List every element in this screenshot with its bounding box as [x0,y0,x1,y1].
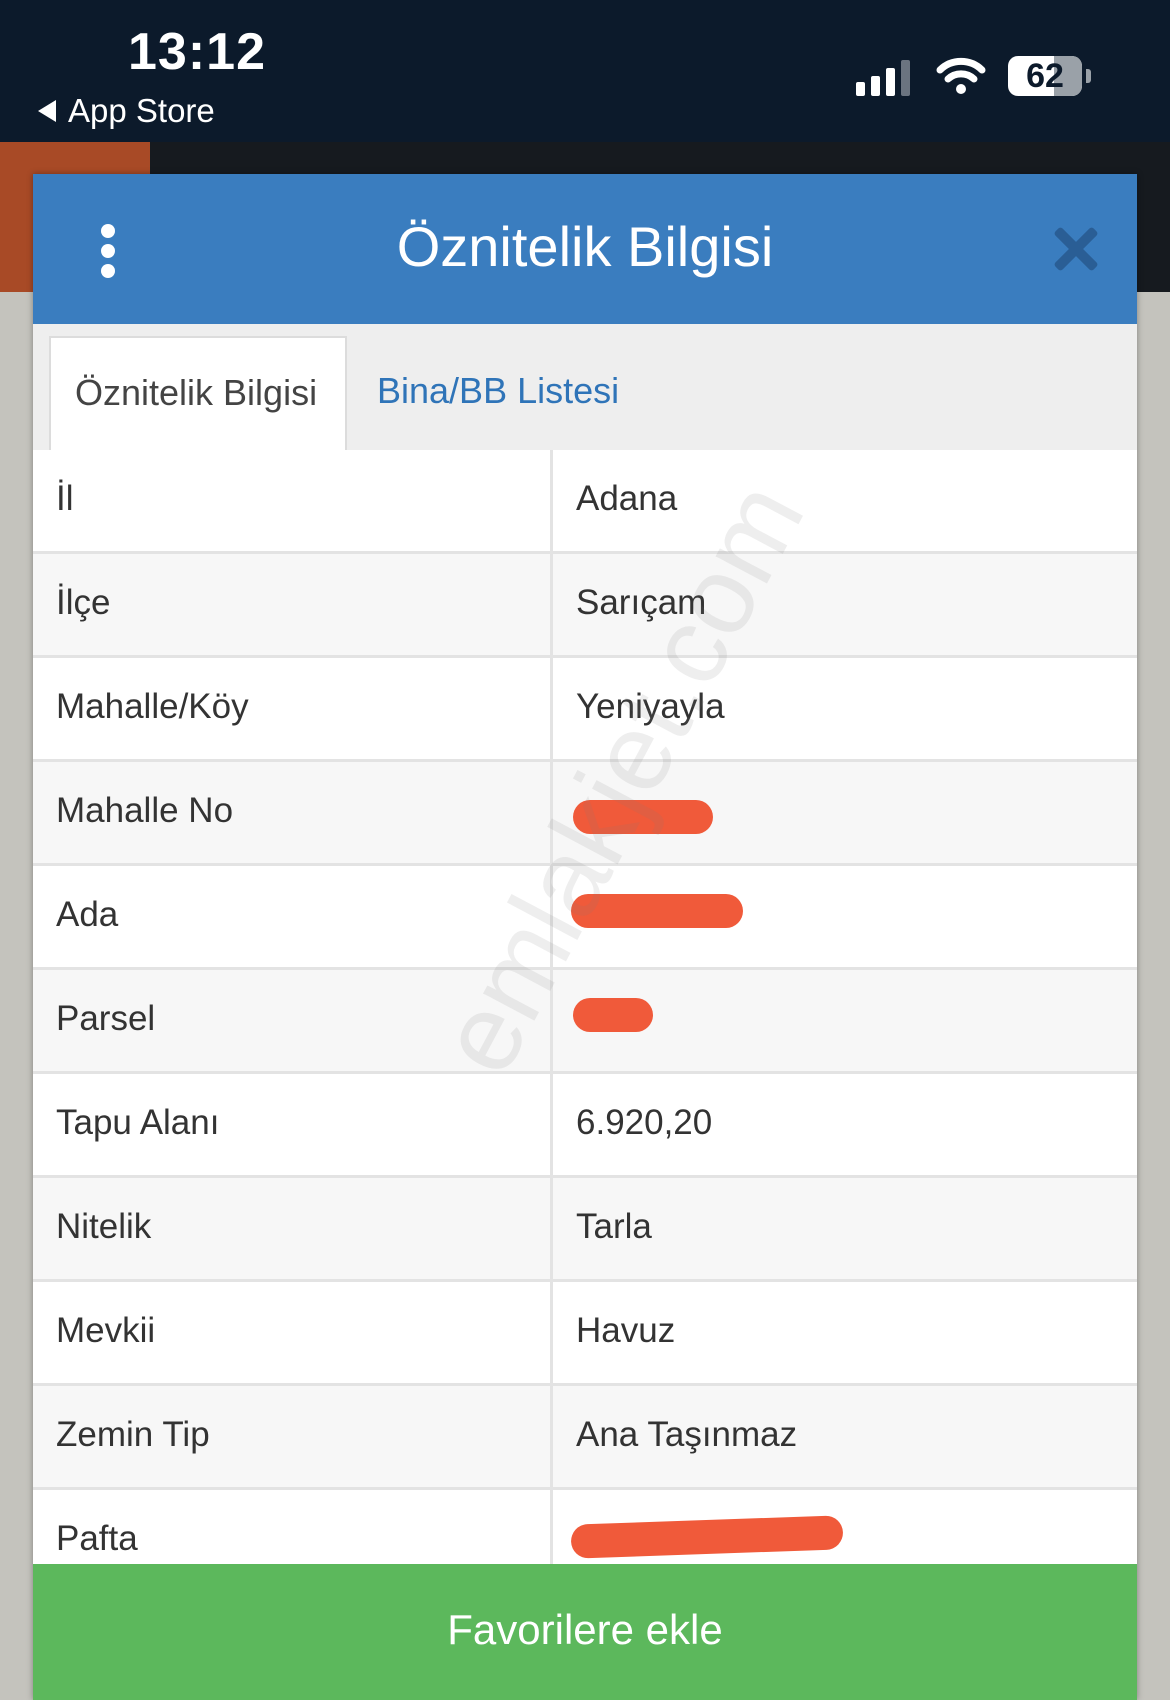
table-row: Nitelik Tarla [33,1178,1137,1282]
redaction-mark [571,894,743,928]
row-key: Zemin Tip [33,1386,553,1487]
redaction-mark [573,800,713,834]
table-row: Mahalle/Köy Yeniyayla [33,658,1137,762]
row-value: 6.920,20 [576,1103,713,1142]
wifi-icon [936,57,986,94]
back-arrow-icon [38,100,56,122]
back-label: App Store [68,92,215,129]
row-key: Mahalle/Köy [33,658,553,759]
row-key: Parsel [33,970,553,1071]
row-key: Tapu Alanı [33,1074,553,1175]
attribute-info-modal: Öznitelik Bilgisi Öznitelik Bilgisi Bina… [33,174,1137,1700]
row-value: Tarla [576,1207,652,1246]
attribute-table: İl Adana İlçe Sarıçam Mahalle/Köy Yeniya… [33,450,1137,1594]
row-value: Havuz [576,1311,676,1350]
redaction-mark [573,998,653,1032]
modal-title: Öznitelik Bilgisi [396,215,774,278]
close-icon[interactable] [1051,224,1101,274]
tab-bar: Öznitelik Bilgisi Bina/BB Listesi [33,324,1137,452]
back-to-app-store[interactable]: App Store [38,92,215,130]
cellular-signal-icon [856,58,910,96]
row-key: İlçe [33,554,553,655]
row-value: Ana Taşınmaz [576,1415,798,1454]
row-key: Mahalle No [33,762,553,863]
clock: 13:12 [128,23,266,81]
status-bar: 13:12 App Store 62 [0,0,1170,142]
table-row: Mahalle No [33,762,1137,866]
row-value: Yeniyayla [576,687,725,726]
modal-header: Öznitelik Bilgisi [33,174,1137,324]
row-key: Nitelik [33,1178,553,1279]
battery-icon: 62 [1008,56,1091,96]
table-row: Zemin Tip Ana Taşınmaz [33,1386,1137,1490]
table-row: İlçe Sarıçam [33,554,1137,658]
add-to-favorites-button[interactable]: Favorilere ekle [33,1564,1137,1700]
tab-attribute-info[interactable]: Öznitelik Bilgisi [49,336,347,452]
table-row: Tapu Alanı 6.920,20 [33,1074,1137,1178]
battery-level: 62 [1026,57,1064,95]
table-row: İl Adana [33,450,1137,554]
tab-building-list[interactable]: Bina/BB Listesi [353,336,643,450]
row-key: Mevkii [33,1282,553,1383]
row-key: İl [33,450,553,551]
table-row: Ada [33,866,1137,970]
row-key: Ada [33,866,553,967]
table-row: Parsel [33,970,1137,1074]
row-value: Adana [576,479,678,518]
table-row: Mevkii Havuz [33,1282,1137,1386]
row-value: Sarıçam [576,583,707,622]
